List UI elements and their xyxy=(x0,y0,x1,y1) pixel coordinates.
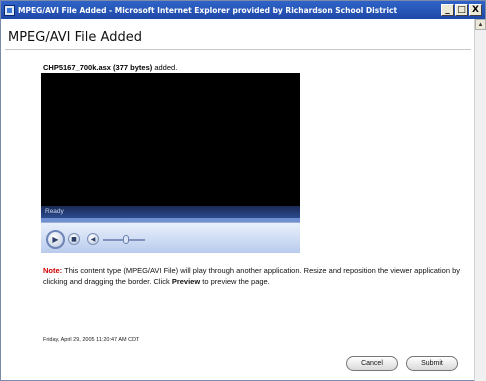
cancel-button[interactable]: Cancel xyxy=(346,356,398,371)
maximize-button[interactable]: □ xyxy=(455,4,468,16)
video-display[interactable] xyxy=(41,73,300,206)
file-added-message: CHP5167_700k.asx (377 bytes) added. xyxy=(43,63,177,72)
vertical-scrollbar[interactable]: ▲ xyxy=(474,19,486,381)
play-icon[interactable]: ▶ xyxy=(46,230,65,249)
note-text: Note: This content type (MPEG/AVI File) … xyxy=(43,265,463,287)
preview-word: Preview xyxy=(171,277,201,286)
added-file-name: CHP5167_700k.asx (377 bytes) xyxy=(43,63,153,72)
window-titlebar[interactable]: MPEG/AVI File Added - Microsoft Internet… xyxy=(1,1,485,19)
window-title: MPEG/AVI File Added - Microsoft Internet… xyxy=(18,5,398,15)
media-player: Ready ▶ ■ ◀ xyxy=(41,73,300,253)
stop-icon[interactable]: ■ xyxy=(68,233,80,245)
player-controls: ▶ ■ ◀ xyxy=(41,222,300,253)
note-label: Note: xyxy=(43,266,63,275)
added-suffix: added. xyxy=(152,63,178,72)
scroll-up-arrow-icon[interactable]: ▲ xyxy=(475,19,486,30)
browser-window: MPEG/AVI File Added - Microsoft Internet… xyxy=(0,0,486,381)
submit-button[interactable]: Submit xyxy=(406,356,458,371)
timestamp: Friday, April 29, 2005 11:20:47 AM CDT xyxy=(43,337,140,343)
header-divider xyxy=(5,49,471,50)
volume-slider-knob[interactable] xyxy=(123,235,130,244)
minimize-button[interactable]: _ xyxy=(441,4,454,16)
page-title: MPEG/AVI File Added xyxy=(8,30,142,45)
page-header: MPEG/AVI File Added xyxy=(1,19,474,49)
note-body-end: to preview the page. xyxy=(200,277,270,286)
ie-app-icon xyxy=(4,4,15,16)
volume-icon[interactable]: ◀ xyxy=(87,233,99,245)
player-status: Ready xyxy=(41,206,300,218)
close-button[interactable]: X xyxy=(469,4,482,16)
